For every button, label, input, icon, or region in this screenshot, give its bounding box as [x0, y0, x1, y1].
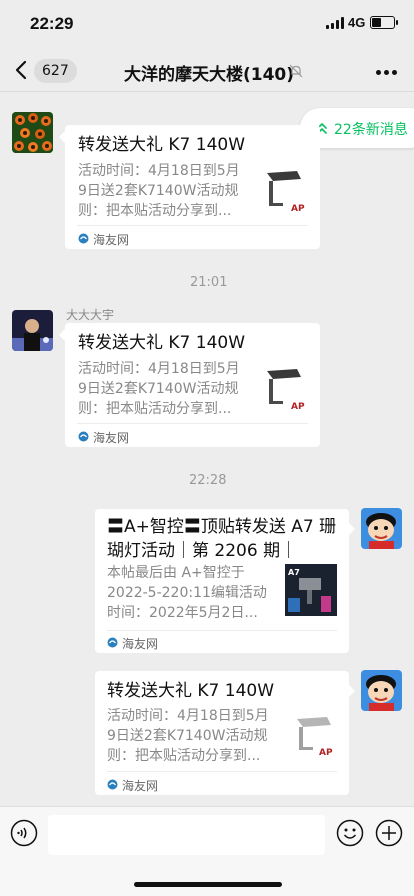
svg-text:AP: AP: [291, 204, 305, 214]
back-arrow-icon[interactable]: [12, 58, 32, 82]
link-card[interactable]: 〓A+智控〓顶贴转发送 A7 珊瑚灯活动｜第 2206 期｜ 本帖最后由 A+智…: [95, 509, 349, 653]
avatar[interactable]: [12, 112, 53, 153]
source-logo-icon: [78, 431, 89, 442]
chat-header: 627 大洋的摩天大楼(140): [0, 48, 414, 92]
link-card[interactable]: 转发送大礼 K7 140W 活动时间：4月18日到5月 9日送2套K7140W活动…: [65, 323, 320, 447]
card-source: 海友网: [122, 779, 159, 793]
card-divider: [77, 423, 308, 424]
sender-name: 大大大宇: [66, 308, 115, 322]
emoji-icon[interactable]: [336, 819, 364, 847]
svg-text:AP: AP: [291, 402, 305, 412]
bubble-tail: [349, 685, 355, 697]
card-source: 海友网: [93, 431, 130, 445]
signal-icon: [326, 17, 344, 29]
card-thumbnail: AP: [289, 711, 343, 765]
chat-title: 大洋的摩天大楼(140): [124, 65, 295, 85]
link-card[interactable]: 转发送大礼 K7 140W 活动时间：4月18日到5月 9日送2套K7140W活动…: [95, 671, 349, 795]
time-separator: 21:01: [190, 275, 228, 290]
status-time: 22:29: [30, 14, 74, 33]
time-separator: 22:28: [189, 473, 227, 488]
link-card[interactable]: 转发送大礼 K7 140W 活动时间：4月18日到5月 9日送2套K7140W活动…: [65, 125, 320, 249]
avatar[interactable]: [361, 670, 402, 711]
card-thumbnail: A7: [285, 564, 337, 616]
source-logo-icon: [78, 233, 89, 244]
card-thumbnail: AP: [261, 365, 315, 419]
bubble-tail: [349, 523, 355, 535]
card-description: 活动时间：4月18日到5月 9日送2套K7140W活动规 则：把本贴活动分享到...: [107, 708, 269, 764]
new-messages-label: 22条新消息: [334, 122, 408, 138]
unread-count-badge[interactable]: 627: [34, 59, 77, 83]
voice-icon[interactable]: [10, 819, 38, 847]
card-title: 转发送大礼 K7 140W: [78, 135, 246, 155]
avatar[interactable]: [12, 310, 53, 351]
mute-bell-icon: [289, 64, 303, 78]
card-divider: [107, 630, 337, 631]
card-thumbnail: AP: [261, 167, 315, 221]
source-logo-icon: [107, 779, 118, 790]
status-bar: 22:29 4G: [0, 0, 414, 48]
svg-text:AP: AP: [319, 748, 333, 758]
home-indicator: [134, 882, 282, 887]
source-logo-icon: [107, 637, 118, 648]
card-title: 转发送大礼 K7 140W: [107, 681, 275, 701]
network-type: 4G: [348, 15, 366, 30]
card-source: 海友网: [122, 637, 159, 651]
card-divider: [77, 225, 308, 226]
card-description: 本帖最后由 A+智控于 2022-5-220:11编辑活动 时间：2022年5月2日…: [107, 565, 267, 621]
card-title: 〓A+智控〓顶贴转发送 A7 珊瑚灯活动｜第 2206 期｜: [107, 517, 337, 561]
message-input[interactable]: [48, 815, 325, 855]
card-divider: [107, 771, 337, 772]
card-title: 转发送大礼 K7 140W: [78, 333, 246, 353]
card-description: 活动时间：4月18日到5月 9日送2套K7140W活动规 则：把本贴活动分享到...: [78, 361, 240, 417]
card-source: 海友网: [93, 233, 130, 247]
plus-icon[interactable]: [375, 819, 403, 847]
more-options-icon[interactable]: [376, 70, 398, 76]
svg-text:A7: A7: [288, 568, 300, 577]
avatar[interactable]: [361, 508, 402, 549]
card-description: 活动时间：4月18日到5月 9日送2套K7140W活动规 则：把本贴活动分享到...: [78, 163, 240, 219]
battery-icon: [370, 16, 398, 29]
